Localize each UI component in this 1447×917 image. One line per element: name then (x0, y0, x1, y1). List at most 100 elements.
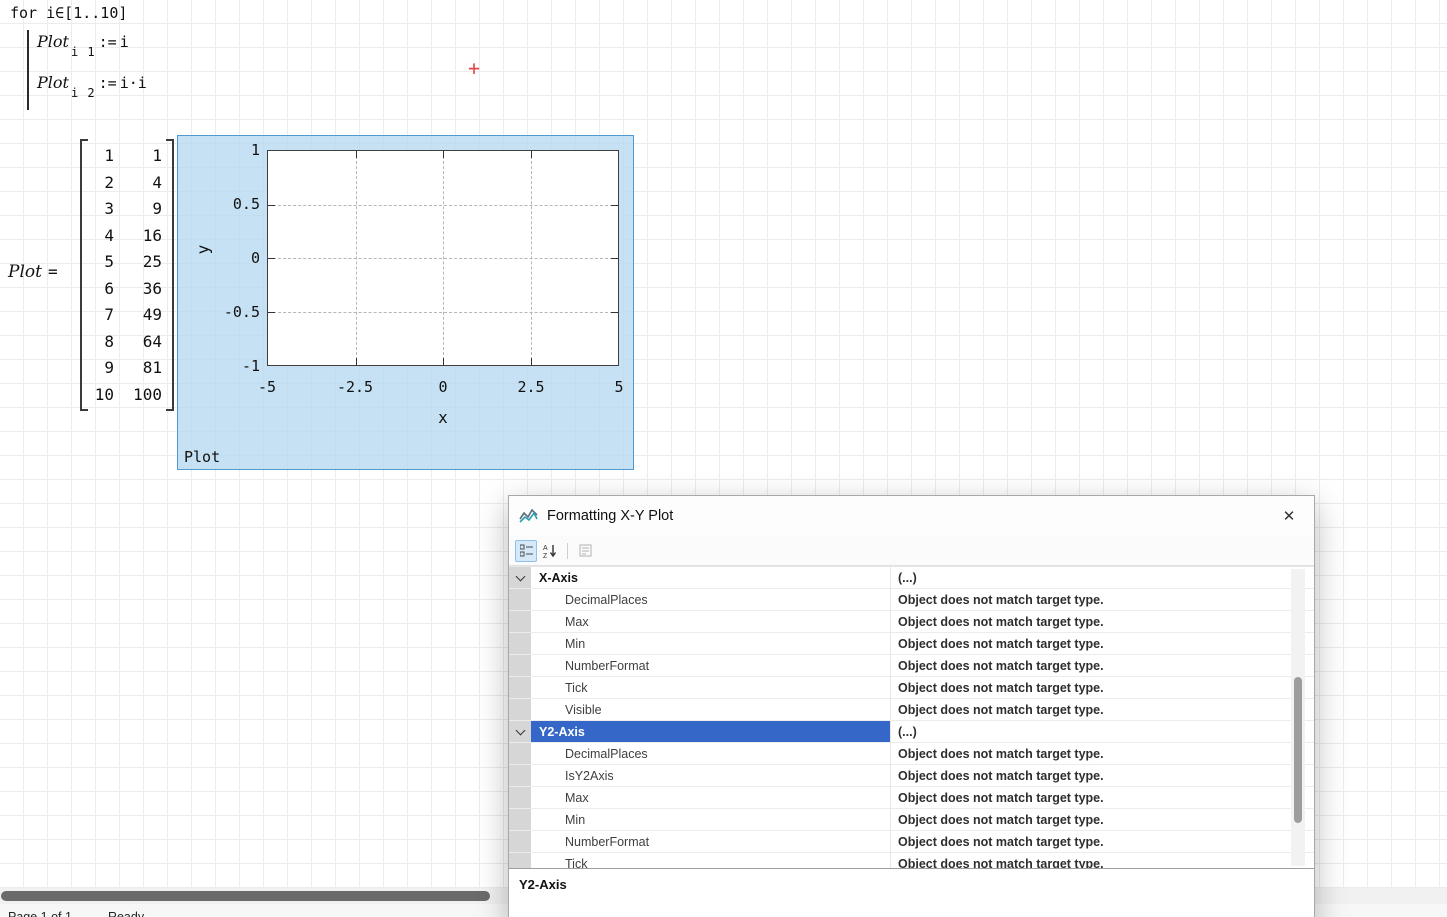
categorized-view-button[interactable] (515, 540, 537, 562)
property-grid-scrollbar-thumb[interactable] (1294, 677, 1302, 823)
property-value[interactable]: (...) (891, 567, 1314, 588)
tick-mark (611, 205, 618, 206)
matrix-cell: 1 (88, 143, 114, 168)
property-name[interactable]: Min (531, 633, 891, 654)
property-name[interactable]: DecimalPlaces (531, 589, 891, 610)
property-grid-toolbar: A Z (509, 536, 1314, 566)
property-row[interactable]: Min Object does not match target type. (509, 809, 1314, 831)
variable-subscript: i 1 (71, 45, 96, 59)
matrix-cell: 9 (124, 196, 162, 221)
category-row-y2-axis-selected[interactable]: Y2-Axis (...) (509, 721, 1314, 743)
y-tick-label: -1 (200, 356, 260, 376)
matrix-row: 24 (88, 170, 162, 195)
y-axis-label[interactable]: y (193, 245, 212, 255)
property-pages-button[interactable] (574, 540, 596, 562)
plot-axes-box[interactable] (267, 150, 619, 366)
property-row[interactable]: NumberFormat Object does not match targe… (509, 831, 1314, 853)
xy-plot-region[interactable]: 1 0.5 0 -0.5 -1 -5 -2.5 0 2.5 5 y x Plot (177, 135, 634, 470)
tick-mark (268, 205, 275, 206)
matrix-cell: 36 (124, 276, 162, 301)
property-value[interactable]: Object does not match target type. (891, 677, 1314, 698)
row-gutter (509, 633, 531, 654)
property-value[interactable]: (...) (891, 721, 1314, 742)
property-name[interactable]: Tick (531, 677, 891, 698)
dialog-title: Formatting X-Y Plot (547, 508, 673, 524)
property-row[interactable]: Tick Object does not match target type. (509, 853, 1314, 868)
property-value[interactable]: Object does not match target type. (891, 589, 1314, 610)
for-loop-expression[interactable]: for i∈[1..10] (10, 4, 127, 22)
property-name[interactable]: Max (531, 787, 891, 808)
x-axis-label[interactable]: x (413, 408, 473, 427)
matrix-cell: 4 (124, 170, 162, 195)
tick-mark (443, 358, 444, 365)
property-value[interactable]: Object does not match target type. (891, 853, 1314, 868)
property-name[interactable]: Visible (531, 699, 891, 720)
category-row-x-axis[interactable]: X-Axis (...) (509, 567, 1314, 589)
matrix-result-label[interactable]: Plot= (8, 262, 58, 282)
matrix-cell: 64 (124, 329, 162, 354)
property-name[interactable]: Tick (531, 853, 891, 868)
property-row[interactable]: DecimalPlaces Object does not match targ… (509, 589, 1314, 611)
property-grid[interactable]: X-Axis (...) DecimalPlaces Object does n… (509, 566, 1314, 868)
tick-mark (531, 151, 532, 158)
matrix-row: 636 (88, 276, 162, 301)
property-value[interactable]: Object does not match target type. (891, 611, 1314, 632)
property-value[interactable]: Object does not match target type. (891, 743, 1314, 764)
close-icon[interactable]: ✕ (1274, 501, 1304, 531)
property-row[interactable]: IsY2Axis Object does not match target ty… (509, 765, 1314, 787)
property-row[interactable]: Max Object does not match target type. (509, 611, 1314, 633)
property-name[interactable]: Min (531, 809, 891, 830)
property-name[interactable]: NumberFormat (531, 655, 891, 676)
matrix-row: 749 (88, 302, 162, 327)
property-value[interactable]: Object does not match target type. (891, 787, 1314, 808)
dialog-title-bar[interactable]: Formatting X-Y Plot ✕ (509, 496, 1314, 536)
tick-mark (443, 151, 444, 158)
equals-sign: = (48, 262, 58, 281)
program-structure-bar (27, 30, 29, 110)
plot-gridline (268, 312, 618, 313)
property-row[interactable]: Min Object does not match target type. (509, 633, 1314, 655)
property-value[interactable]: Object does not match target type. (891, 831, 1314, 852)
alphabetical-sort-button[interactable]: A Z (539, 540, 561, 562)
x-tick-label: 0 (413, 378, 473, 396)
property-value[interactable]: Object does not match target type. (891, 765, 1314, 786)
svg-text:Z: Z (543, 553, 548, 558)
matrix-result[interactable]: 11 24 39 416 525 636 749 864 981 10100 (80, 139, 174, 411)
property-name[interactable]: NumberFormat (531, 831, 891, 852)
assignment-expression-1[interactable]: Ploti 1:=i (37, 32, 129, 52)
property-row[interactable]: Tick Object does not match target type. (509, 677, 1314, 699)
tick-mark (268, 258, 275, 259)
assignment-expression-2[interactable]: Ploti 2:=i·i (37, 73, 147, 93)
property-name[interactable]: X-Axis (531, 567, 891, 588)
y-tick-label: -0.5 (200, 302, 260, 322)
matrix-cell: 5 (88, 249, 114, 274)
property-name[interactable]: IsY2Axis (531, 765, 891, 786)
property-value[interactable]: Object does not match target type. (891, 655, 1314, 676)
matrix-bracket-right (166, 139, 174, 411)
categorized-icon (520, 544, 533, 557)
property-row[interactable]: NumberFormat Object does not match targe… (509, 655, 1314, 677)
property-name[interactable]: Max (531, 611, 891, 632)
variable-name: Plot (37, 73, 69, 92)
property-value[interactable]: Object does not match target type. (891, 699, 1314, 720)
property-name[interactable]: DecimalPlaces (531, 743, 891, 764)
horizontal-scrollbar-thumb[interactable] (1, 891, 490, 901)
category-expander[interactable] (509, 721, 531, 742)
property-row[interactable]: DecimalPlaces Object does not match targ… (509, 743, 1314, 765)
x-tick-label: -2.5 (325, 378, 385, 396)
plot-region-name[interactable]: Plot (184, 448, 220, 466)
property-name[interactable]: Y2-Axis (531, 721, 891, 742)
property-grid-scrollbar[interactable] (1291, 569, 1305, 866)
property-description-panel: Y2-Axis (509, 868, 1314, 917)
plot-gridline (268, 258, 618, 259)
matrix-row: 525 (88, 249, 162, 274)
matrix-cell: 10 (88, 382, 114, 407)
property-value[interactable]: Object does not match target type. (891, 633, 1314, 654)
category-expander[interactable] (509, 567, 531, 588)
variable-subscript: i 2 (71, 86, 96, 100)
svg-text:A: A (543, 545, 548, 552)
property-row[interactable]: Max Object does not match target type. (509, 787, 1314, 809)
formatting-xy-plot-dialog[interactable]: Formatting X-Y Plot ✕ A Z (508, 495, 1315, 917)
property-value[interactable]: Object does not match target type. (891, 809, 1314, 830)
property-row[interactable]: Visible Object does not match target typ… (509, 699, 1314, 721)
